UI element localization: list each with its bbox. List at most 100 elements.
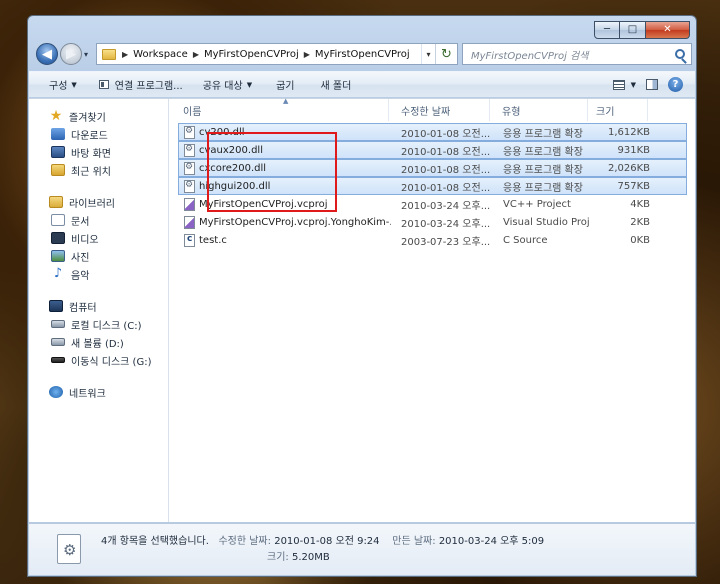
search-icon[interactable]	[675, 49, 685, 59]
vcproj-file-icon	[184, 197, 195, 211]
file-size: 757KB	[617, 180, 650, 192]
size-value: 5.20MB	[291, 552, 330, 563]
file-type: C Source	[503, 234, 548, 246]
search-placeholder: MyFirstOpenCVProj 검색	[471, 50, 589, 62]
sidebar-item-recent-places[interactable]: 최근 위치	[29, 161, 168, 179]
open-with-button[interactable]: 연결 프로그램...	[87, 72, 193, 97]
forward-arrow-icon: ▶	[66, 46, 76, 62]
sidebar-item-label: 즐겨찾기	[69, 112, 106, 124]
column-header-label: 수정한 날짜	[401, 106, 451, 118]
file-row[interactable]: MyFirstOpenCVProj.vcproj.YonghoKim-... 2…	[178, 213, 687, 231]
breadcrumb-separator[interactable]: ▶	[302, 50, 312, 59]
hard-disk-icon	[51, 338, 65, 346]
sidebar-item-label: 라이브러리	[69, 198, 115, 210]
view-options-icon[interactable]	[612, 79, 625, 90]
vcproj-file-icon	[184, 215, 195, 229]
explorer-window: ─ □ ✕ ◀ ▶ ▾ ▶ Workspace ▶ MyFirstOpenCVP…	[27, 15, 697, 577]
column-header-size[interactable]: 크기	[588, 99, 648, 121]
file-name: test.c	[199, 234, 227, 246]
network-icon	[49, 386, 63, 398]
hard-disk-icon	[51, 320, 65, 328]
sidebar-group-libraries[interactable]: 라이브러리	[29, 193, 168, 211]
share-with-label: 공유 대상	[202, 81, 243, 92]
sidebar-item-label: 이동식 디스크 (G:)	[71, 356, 152, 368]
burn-button[interactable]: 굽기	[262, 72, 304, 97]
new-folder-button[interactable]: 새 폴더	[305, 72, 362, 97]
share-with-button[interactable]: 공유 대상 ▼	[193, 72, 262, 97]
sidebar-item-videos[interactable]: 비디오	[29, 229, 168, 247]
back-arrow-icon: ◀	[42, 46, 52, 62]
search-input[interactable]: MyFirstOpenCVProj 검색	[462, 43, 692, 65]
sidebar-group-computer[interactable]: 컴퓨터	[29, 297, 168, 315]
music-icon: ♪	[53, 266, 63, 281]
column-headers: 이름 ▲ 수정한 날짜 유형 크기	[170, 97, 695, 121]
caption-buttons: ─ □ ✕	[594, 21, 690, 39]
modified-date-label: 수정한 날짜:	[218, 536, 272, 547]
file-type: VC++ Project	[503, 198, 571, 210]
column-header-date[interactable]: 수정한 날짜	[389, 99, 490, 121]
created-date-label: 만든 날짜:	[392, 536, 436, 547]
close-button[interactable]: ✕	[646, 21, 690, 39]
refresh-icon[interactable]: ↻	[435, 44, 457, 64]
sidebar-item-pictures[interactable]: 사진	[29, 247, 168, 265]
dll-file-icon	[184, 143, 195, 157]
minimize-button[interactable]: ─	[594, 21, 620, 39]
recent-pages-dropdown[interactable]: ▾	[84, 50, 88, 59]
dll-file-icon	[184, 161, 195, 175]
created-date-value: 2010-03-24 오후 5:09	[438, 536, 545, 547]
file-row[interactable]: test.c 2003-07-23 오후... C Source 0KB	[178, 231, 687, 249]
desktop-icon	[51, 146, 65, 158]
selection-count: 4개 항목을 선택했습니다.	[101, 536, 209, 547]
open-with-label: 연결 프로그램...	[114, 81, 183, 92]
folder-icon	[102, 48, 116, 60]
sidebar-item-desktop[interactable]: 바탕 화면	[29, 143, 168, 161]
chevron-down-icon: ▼	[246, 80, 253, 89]
sidebar-item-label: 새 볼륨 (D:)	[71, 338, 124, 350]
column-header-type[interactable]: 유형	[490, 99, 588, 121]
star-icon: ★	[49, 108, 63, 124]
sidebar-item-label: 음악	[71, 270, 90, 282]
sidebar-group-favorites[interactable]: ★ 즐겨찾기	[29, 107, 168, 125]
sidebar-item-drive-d[interactable]: 새 볼륨 (D:)	[29, 333, 168, 351]
open-with-icon	[98, 80, 109, 89]
sidebar-item-music[interactable]: ♪ 음악	[29, 265, 168, 283]
sidebar-item-label: 최근 위치	[71, 166, 111, 178]
breadcrumb-separator[interactable]: ▶	[191, 50, 201, 59]
videos-icon	[51, 232, 65, 244]
sidebar-item-drive-c[interactable]: 로컬 디스크 (C:)	[29, 315, 168, 333]
column-header-name[interactable]: 이름 ▲	[170, 97, 389, 121]
file-size: 0KB	[630, 234, 650, 246]
address-history-dropdown[interactable]: ▾	[421, 44, 435, 64]
preview-pane-icon[interactable]	[646, 79, 658, 90]
file-size: 931KB	[617, 144, 650, 156]
sidebar-item-downloads[interactable]: 다운로드	[29, 125, 168, 143]
file-type: 응용 프로그램 확장	[503, 146, 583, 158]
address-bar[interactable]: ▶ Workspace ▶ MyFirstOpenCVProj ▶ MyFirs…	[96, 43, 458, 65]
breadcrumb-project-current[interactable]: MyFirstOpenCVProj	[312, 49, 413, 60]
sidebar-item-drive-g[interactable]: 이동식 디스크 (G:)	[29, 351, 168, 369]
organize-label: 구성	[49, 81, 68, 92]
chevron-down-icon[interactable]: ▼	[631, 81, 636, 89]
forward-button[interactable]: ▶	[60, 43, 82, 65]
breadcrumb-project-parent[interactable]: MyFirstOpenCVProj	[201, 49, 302, 60]
sidebar-item-label: 로컬 디스크 (C:)	[71, 320, 142, 332]
back-button[interactable]: ◀	[36, 43, 58, 65]
dll-file-icon	[184, 179, 195, 193]
organize-button[interactable]: 구성 ▼	[29, 72, 87, 97]
sidebar-item-label: 네트워크	[69, 388, 106, 400]
sidebar-item-label: 다운로드	[71, 130, 108, 142]
computer-icon	[49, 300, 63, 312]
sidebar-item-documents[interactable]: 문서	[29, 211, 168, 229]
file-type: 응용 프로그램 확장	[503, 164, 583, 176]
breadcrumb-separator[interactable]: ▶	[120, 50, 130, 59]
breadcrumb-workspace[interactable]: Workspace	[130, 49, 191, 60]
chevron-down-icon: ▼	[71, 80, 77, 89]
modified-date-value: 2010-01-08 오전 9:24	[274, 536, 380, 547]
dll-file-icon	[184, 125, 195, 139]
help-icon[interactable]: ?	[668, 77, 683, 92]
recent-places-icon	[51, 164, 65, 176]
maximize-button[interactable]: □	[620, 21, 646, 39]
sidebar-item-label: 비디오	[71, 234, 99, 246]
documents-icon	[51, 214, 65, 226]
sidebar-group-network[interactable]: 네트워크	[29, 383, 168, 401]
